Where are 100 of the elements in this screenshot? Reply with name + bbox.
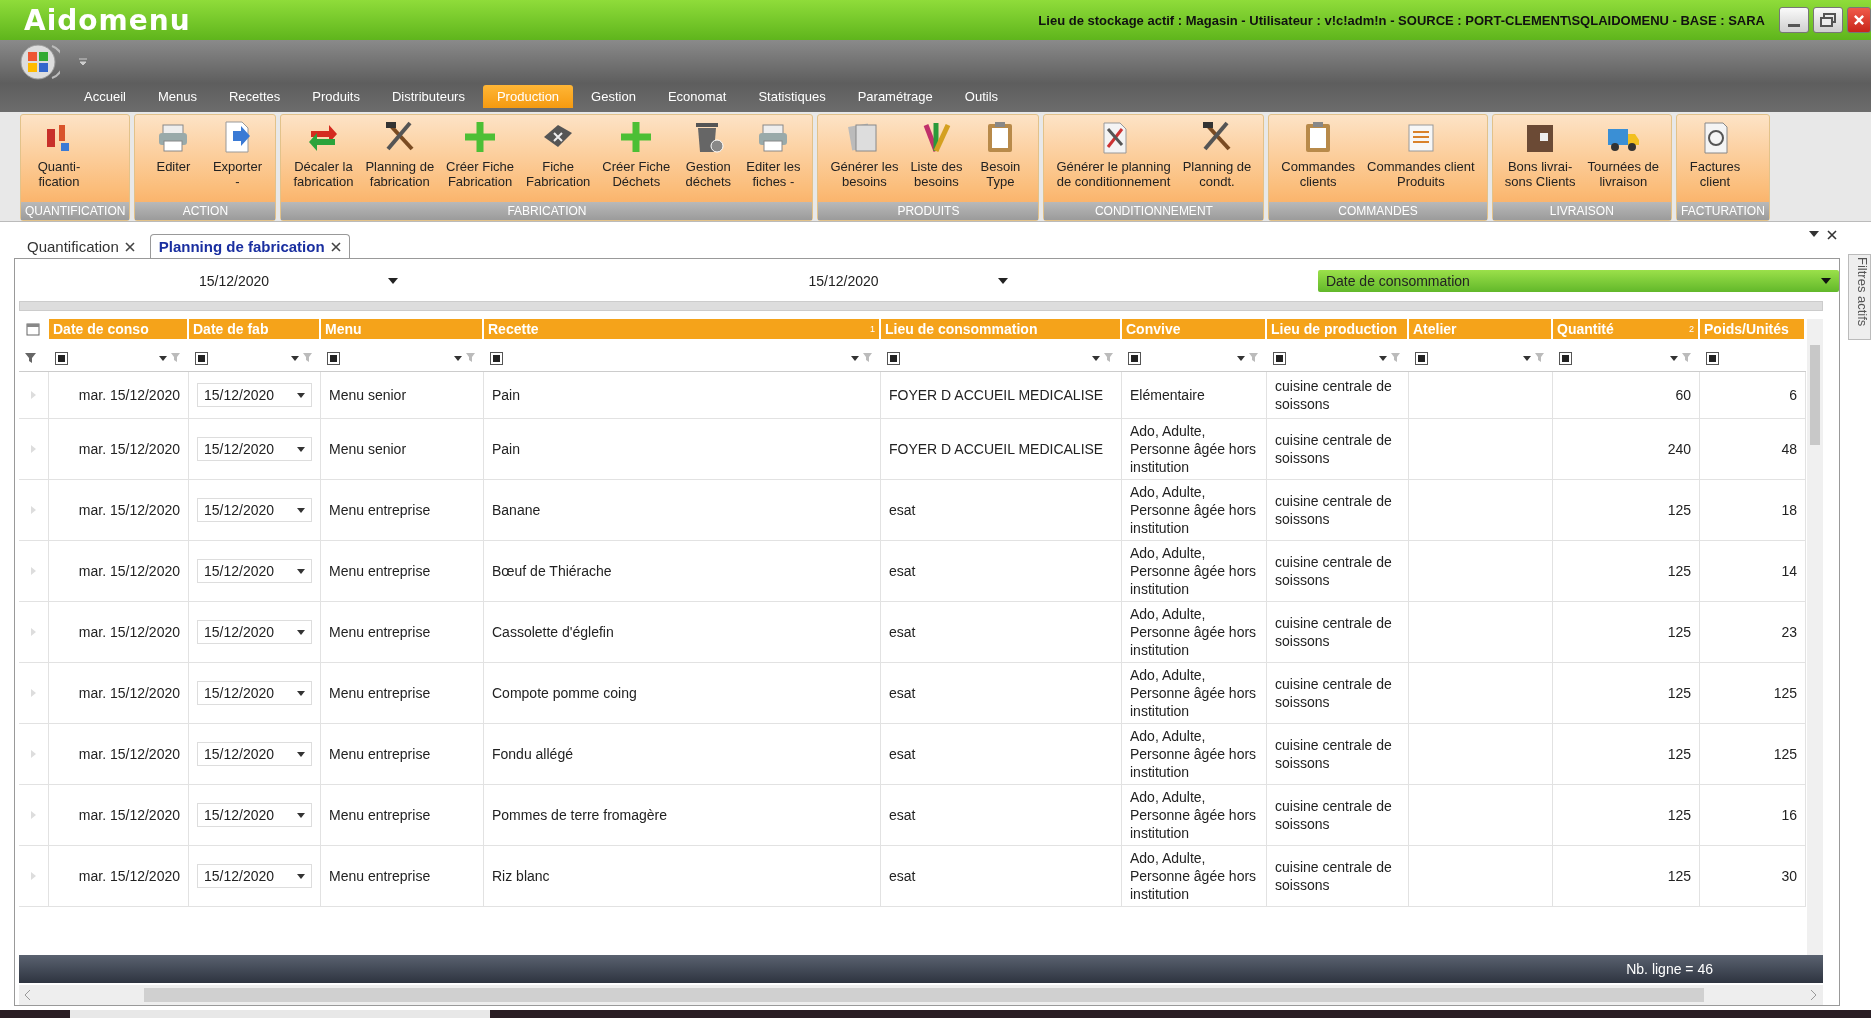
ribbon-button[interactable]: Quanti- fication: [27, 115, 91, 202]
vertical-scrollbar[interactable]: [1807, 319, 1823, 955]
table-cell: esat: [881, 846, 1122, 907]
date-dropdown[interactable]: 15/12/2020: [197, 559, 312, 583]
date-dropdown[interactable]: 15/12/2020: [197, 437, 312, 461]
quick-access-icon: [78, 57, 88, 65]
ribbon-button[interactable]: Commandes clients: [1275, 115, 1361, 202]
table-cell: cuisine centrale de soissons: [1267, 724, 1409, 785]
filter-checkbox-icon: [195, 351, 208, 365]
horizontal-scrollbar[interactable]: [19, 985, 1823, 1005]
table-cell: cuisine centrale de soissons: [1267, 372, 1409, 419]
dropdown-icon: [297, 690, 305, 696]
ribbon-button[interactable]: Bons livrai- sons Clients: [1498, 115, 1582, 202]
table-cell: 125: [1553, 724, 1700, 785]
table-cell: mar. 15/12/2020: [49, 541, 189, 602]
ribbon-button[interactable]: Générer les besoins: [824, 115, 905, 202]
clear-filter-icon: [1104, 352, 1116, 364]
table-cell: Pommes de terre fromagère: [484, 785, 881, 846]
dropdown-icon: [297, 873, 305, 879]
menu-tab[interactable]: Recettes: [214, 84, 295, 108]
menu-tab[interactable]: Economat: [653, 84, 741, 108]
date-dropdown[interactable]: 15/12/2020: [197, 383, 312, 407]
date-dropdown[interactable]: 15/12/2020: [197, 681, 312, 705]
menu-tab[interactable]: Distributeurs: [377, 84, 479, 108]
ribbon-button[interactable]: Exporter -: [205, 115, 270, 202]
dropdown-icon: [1809, 230, 1819, 238]
side-tab[interactable]: Filtres actifs: [1848, 254, 1871, 340]
minimize-button[interactable]: [1779, 7, 1809, 33]
group-label: FABRICATION: [281, 202, 813, 220]
date-type-dropdown[interactable]: Date de consommation: [1317, 270, 1839, 292]
date-dropdown[interactable]: 15/12/2020: [197, 864, 312, 888]
group-label: FACTURATION: [1677, 202, 1769, 220]
row-indicator-icon: [31, 689, 36, 697]
filter-icon: [25, 352, 37, 364]
dropdown-icon: [297, 446, 305, 452]
menu-tab[interactable]: Gestion: [577, 84, 650, 108]
dropdown-icon: [1821, 278, 1831, 284]
table-cell: Ado, Adulte, Personne âgée hors institution: [1122, 663, 1267, 724]
menu-tab[interactable]: Accueil: [70, 84, 140, 108]
table-cell: Pain: [484, 419, 881, 480]
ribbon-button[interactable]: Commandes client Produits: [1361, 115, 1481, 202]
ribbon-button[interactable]: Tournées de livraison: [1581, 115, 1666, 202]
ribbon-button[interactable]: Liste des besoins: [904, 115, 969, 202]
ribbon-button[interactable]: Créer Fiche Déchets: [596, 115, 677, 202]
dropdown-icon: [851, 355, 859, 361]
table-cell: Cassolette d'églefin: [484, 602, 881, 663]
table-cell: 125: [1553, 480, 1700, 541]
splitter-bar[interactable]: [19, 301, 1823, 311]
ribbon-button[interactable]: Fiche Fabrication: [520, 115, 597, 202]
table-cell: 6: [1700, 372, 1806, 419]
menu-tab[interactable]: Menus: [143, 84, 211, 108]
dropdown-icon: [1237, 355, 1245, 361]
ribbon-button[interactable]: Créer Fiche Fabrication: [440, 115, 521, 202]
ribbon-button[interactable]: Planning de condt.: [1176, 115, 1258, 202]
table-cell: Fondu allégé: [484, 724, 881, 785]
date-dropdown[interactable]: 15/12/2020: [197, 620, 312, 644]
table-cell: Menu entreprise: [321, 846, 484, 907]
row-indicator-icon: [31, 872, 36, 880]
menu-tab[interactable]: Paramétrage: [843, 84, 947, 108]
document-tab[interactable]: Planning de fabrication: [149, 234, 350, 258]
dropdown-icon: [297, 392, 305, 398]
table-cell: 48: [1700, 419, 1806, 480]
group-label: PRODUITS: [818, 202, 1039, 220]
ribbon-button[interactable]: Planning de fabrication: [359, 115, 441, 202]
taskbar-item[interactable]: [70, 1010, 490, 1018]
date-dropdown[interactable]: 15/12/2020: [197, 742, 312, 766]
filter-checkbox-icon: [1128, 351, 1141, 365]
date-dropdown[interactable]: 15/12/2020: [197, 803, 312, 827]
menu-tab[interactable]: Outils: [950, 84, 1013, 108]
date-dropdown[interactable]: 15/12/2020: [197, 498, 312, 522]
app-title: Aidomenu: [24, 3, 191, 37]
table-cell: Menu entreprise: [321, 785, 484, 846]
filter-checkbox-icon: [1273, 351, 1286, 365]
ribbon-button[interactable]: Editer: [141, 115, 206, 202]
table-cell: 125: [1553, 846, 1700, 907]
ribbon-button[interactable]: Décaler la fabrication: [287, 115, 360, 202]
table-cell: Menu entreprise: [321, 541, 484, 602]
ribbon-button[interactable]: Générer le planning de conditionnement: [1050, 115, 1177, 202]
ribbon-button[interactable]: Gestion déchets: [676, 115, 741, 202]
table-cell: mar. 15/12/2020: [49, 724, 189, 785]
close-icon: [124, 241, 135, 252]
restore-button[interactable]: [1813, 7, 1843, 33]
ribbon-button[interactable]: Besoin Type: [968, 115, 1033, 202]
table-cell: mar. 15/12/2020: [49, 846, 189, 907]
close-button[interactable]: [1847, 7, 1871, 33]
clear-filter-icon: [466, 352, 478, 364]
menu-tab[interactable]: Statistiques: [744, 84, 840, 108]
row-indicator-icon: [31, 628, 36, 636]
clear-filter-icon: [303, 352, 315, 364]
menu-tab[interactable]: Produits: [298, 84, 374, 108]
group-label: ACTION: [135, 202, 276, 220]
ribbon-button[interactable]: Editer les fiches -: [740, 115, 807, 202]
ribbon-button[interactable]: Factures client: [1683, 115, 1748, 202]
dropdown-icon: [1523, 355, 1531, 361]
table-cell: mar. 15/12/2020: [49, 602, 189, 663]
dropdown-icon: [297, 812, 305, 818]
row-indicator-icon: [31, 391, 36, 399]
table-cell: Ado, Adulte, Personne âgée hors institution: [1122, 480, 1267, 541]
table-cell: esat: [881, 541, 1122, 602]
dropdown-icon: [297, 568, 305, 574]
